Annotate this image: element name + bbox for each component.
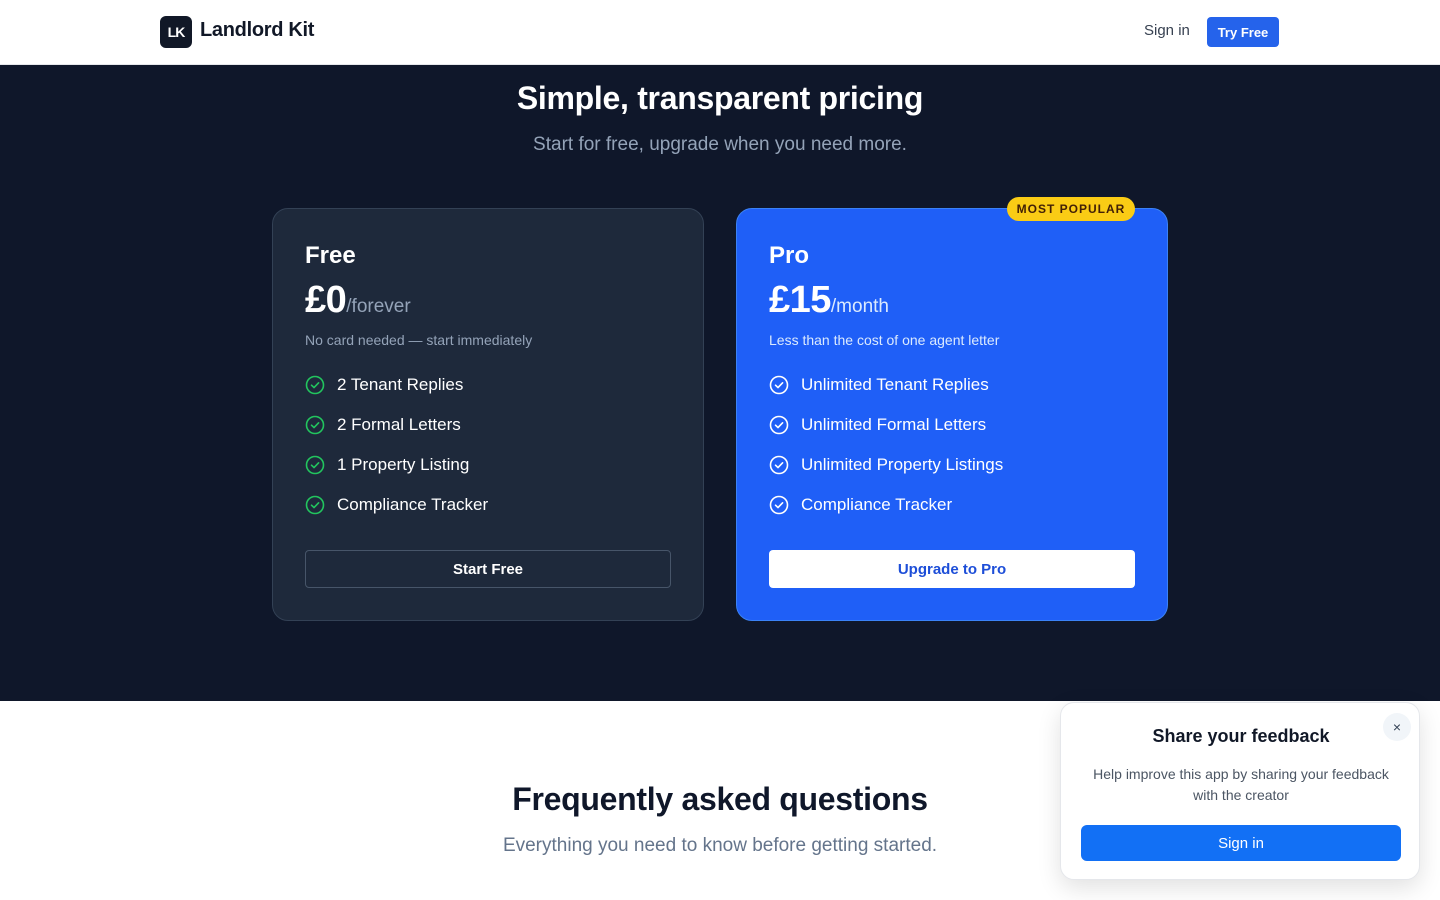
- check-circle-icon: [305, 415, 325, 435]
- price-period: /month: [830, 296, 889, 317]
- start-free-button[interactable]: Start Free: [305, 550, 671, 588]
- price-period: /forever: [346, 296, 411, 317]
- feature-list: Unlimited Tenant Replies Unlimited Forma…: [769, 375, 1003, 535]
- popup-title: Share your feedback: [1152, 726, 1330, 746]
- feature-item: Unlimited Formal Letters: [769, 415, 1003, 455]
- pricing-subtitle: Start for free, upgrade when you need mo…: [533, 134, 907, 155]
- check-circle-icon: [305, 495, 325, 515]
- feature-item: 2 Formal Letters: [305, 415, 488, 455]
- feature-text: Compliance Tracker: [801, 495, 953, 514]
- upgrade-to-pro-button[interactable]: Upgrade to Pro: [769, 550, 1135, 588]
- feature-text: 2 Formal Letters: [337, 415, 461, 434]
- feature-item: Compliance Tracker: [305, 495, 488, 535]
- feature-item: 2 Tenant Replies: [305, 375, 488, 415]
- check-circle-icon: [305, 375, 325, 395]
- try-free-button[interactable]: Try Free: [1207, 17, 1279, 47]
- feature-item: Unlimited Property Listings: [769, 455, 1003, 495]
- check-circle-icon: [769, 495, 789, 515]
- site-header: LK Landlord Kit Sign in Try Free: [0, 0, 1440, 65]
- pro-plan-card: Pro £15/month Less than the cost of one …: [736, 208, 1168, 621]
- feature-item: Compliance Tracker: [769, 495, 1003, 535]
- feedback-popup: × Share your feedback Help improve this …: [1060, 702, 1420, 880]
- check-circle-icon: [769, 375, 789, 395]
- check-circle-icon: [769, 455, 789, 475]
- most-popular-badge: MOST POPULAR: [1007, 197, 1135, 221]
- free-plan-card: Free £0/forever No card needed — start i…: [272, 208, 704, 621]
- plan-note: Less than the cost of one agent letter: [769, 332, 1000, 348]
- price-amount: £15: [769, 279, 831, 321]
- feature-item: 1 Property Listing: [305, 455, 488, 495]
- plan-price: £15/month: [769, 279, 889, 322]
- plan-name: Pro: [769, 242, 810, 269]
- feature-text: 1 Property Listing: [337, 455, 470, 474]
- feature-text: Unlimited Property Listings: [801, 455, 1004, 474]
- pricing-title: Simple, transparent pricing: [516, 80, 924, 116]
- popup-text: Help improve this app by sharing your fe…: [1093, 766, 1389, 803]
- plan-note: No card needed — start immediately: [305, 332, 533, 348]
- app-name[interactable]: Landlord Kit: [200, 19, 314, 42]
- feature-text: Compliance Tracker: [337, 495, 489, 514]
- check-circle-icon: [769, 415, 789, 435]
- feature-item: Unlimited Tenant Replies: [769, 375, 1003, 415]
- check-circle-icon: [305, 455, 325, 475]
- sign-in-link[interactable]: Sign in: [1144, 22, 1190, 39]
- plan-price: £0/forever: [305, 279, 411, 322]
- feature-text: Unlimited Tenant Replies: [801, 375, 989, 394]
- pricing-section: Simple, transparent pricing Start for fr…: [0, 65, 1440, 701]
- price-amount: £0: [305, 279, 347, 321]
- feature-text: Unlimited Formal Letters: [801, 415, 987, 434]
- feature-list: 2 Tenant Replies 2 Formal Letters 1 Prop…: [305, 375, 488, 535]
- popup-sign-in-button[interactable]: Sign in: [1081, 825, 1401, 861]
- logo-mark[interactable]: LK: [160, 16, 192, 48]
- feature-text: 2 Tenant Replies: [337, 375, 464, 394]
- plan-name: Free: [305, 242, 356, 269]
